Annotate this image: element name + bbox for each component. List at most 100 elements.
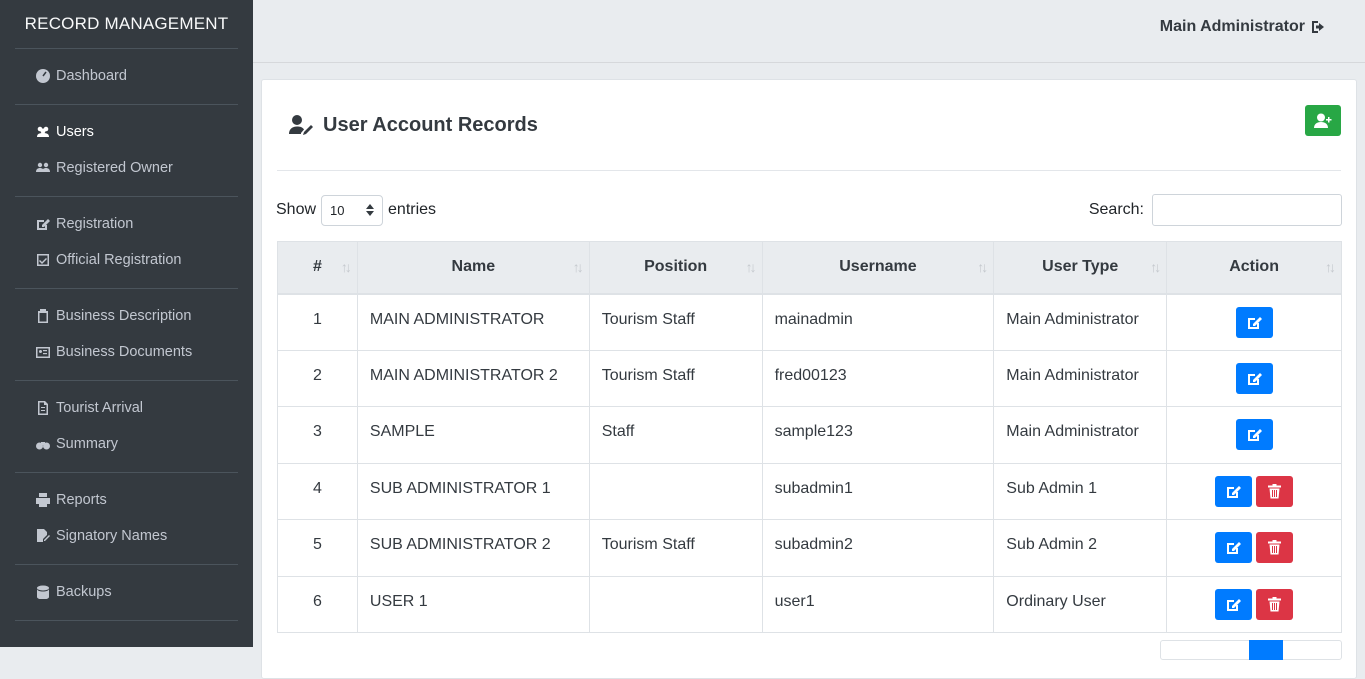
search-input[interactable] bbox=[1152, 194, 1342, 226]
edit-button[interactable] bbox=[1215, 532, 1253, 563]
sort-icon: ↑↓ bbox=[340, 259, 352, 275]
sidebar-item-label: Reports bbox=[56, 492, 107, 508]
delete-button[interactable] bbox=[1256, 475, 1294, 507]
binoculars-icon bbox=[35, 437, 51, 451]
edit-button[interactable] bbox=[1235, 306, 1273, 338]
check-square-icon bbox=[35, 253, 51, 267]
sidebar-item-label: Business Description bbox=[56, 308, 192, 324]
cell-user-type: Main Administrator bbox=[993, 293, 1168, 351]
sidebar-item-business-description[interactable]: Business Description bbox=[15, 298, 238, 334]
clipboard-icon bbox=[35, 309, 51, 323]
user-menu[interactable]: Main Administrator bbox=[1160, 18, 1326, 36]
sidebar-group: Reports Signatory Names bbox=[15, 473, 238, 565]
cell-name: SAMPLE bbox=[356, 406, 590, 464]
user-records-card: User Account Records Show 10 entries Sea… bbox=[261, 79, 1357, 679]
sidebar-item-label: Backups bbox=[56, 584, 112, 600]
sidebar-item-business-documents[interactable]: Business Documents bbox=[15, 334, 238, 370]
user-edit-icon bbox=[289, 115, 313, 135]
edit-icon bbox=[1227, 542, 1242, 554]
column-header-label: Name bbox=[451, 258, 496, 276]
sidebar-item-registered-owner[interactable]: Registered Owner bbox=[15, 150, 238, 186]
edit-icon bbox=[1227, 485, 1242, 498]
cell-position: Tourism Staff bbox=[588, 349, 763, 407]
sort-icon: ↑↓ bbox=[977, 259, 988, 275]
user-name: Main Administrator bbox=[1159, 18, 1305, 35]
edit-icon bbox=[1227, 598, 1242, 611]
cell-username: subadmin2 bbox=[761, 519, 995, 577]
sidebar-item-dashboard[interactable]: Dashboard bbox=[15, 58, 238, 94]
cell-user-type: Sub Admin 1 bbox=[993, 462, 1168, 520]
edit-icon bbox=[1247, 316, 1262, 329]
delete-button[interactable] bbox=[1256, 532, 1294, 563]
database-icon bbox=[35, 585, 51, 599]
entries-select-value: 10 bbox=[330, 202, 345, 218]
entries-select[interactable]: 10 bbox=[321, 194, 384, 226]
column-header-label: Position bbox=[644, 258, 708, 276]
cell-action bbox=[1166, 293, 1342, 351]
brand-title: RECORD MANAGEMENT bbox=[15, 0, 238, 49]
sidebar-group: Dashboard bbox=[15, 49, 238, 105]
logout-icon[interactable] bbox=[1310, 19, 1326, 35]
cell-username: fred00123 bbox=[761, 349, 995, 407]
cell-user-type: Main Administrator bbox=[993, 349, 1168, 407]
search-control: Search: bbox=[1089, 194, 1342, 226]
sort-icon: ↑↓ bbox=[572, 259, 584, 275]
edit-button[interactable] bbox=[1235, 419, 1273, 450]
column-header-position[interactable]: Position ↑↓ bbox=[588, 241, 763, 295]
cell-username: subadmin1 bbox=[761, 462, 995, 520]
table-row: 2 MAIN ADMINISTRATOR 2 Tourism Staff fred00… bbox=[277, 349, 1342, 407]
sidebar-item-label: Business Documents bbox=[56, 344, 193, 360]
sidebar-item-signatory-names[interactable]: Signatory Names bbox=[15, 518, 238, 554]
cell-position: Staff bbox=[588, 406, 763, 464]
column-header-user-type[interactable]: User Type ↑↓ bbox=[993, 241, 1168, 295]
sidebar-item-backups[interactable]: Backups bbox=[15, 574, 238, 610]
sidebar-item-tourist-arrival[interactable]: Tourist Arrival bbox=[15, 390, 238, 426]
show-label: Show bbox=[276, 201, 317, 218]
table-controls: Show 10 entries Search: bbox=[276, 194, 1342, 226]
column-header-username[interactable]: Username ↑↓ bbox=[761, 241, 995, 295]
add-user-button[interactable] bbox=[1305, 105, 1341, 136]
entries-label: entries bbox=[388, 201, 437, 218]
edit-icon bbox=[35, 217, 51, 231]
cell-position bbox=[588, 462, 763, 520]
column-header-number[interactable]: # ↑↓ bbox=[277, 241, 358, 295]
column-header-action[interactable]: Action ↑↓ bbox=[1166, 241, 1342, 295]
sidebar-item-label: Users bbox=[56, 124, 94, 140]
cell-action bbox=[1166, 575, 1342, 633]
sidebar: RECORD MANAGEMENT Dashboard Users Register… bbox=[0, 0, 253, 647]
sidebar-item-label: Summary bbox=[56, 436, 119, 452]
entries-control: Show 10 entries bbox=[276, 194, 436, 226]
tachometer-icon bbox=[35, 69, 51, 83]
edit-button[interactable] bbox=[1215, 588, 1253, 620]
sort-icon: ↑↓ bbox=[745, 259, 757, 275]
delete-button[interactable] bbox=[1256, 588, 1294, 620]
sidebar-item-registration[interactable]: Registration bbox=[15, 206, 238, 242]
cell-position: Tourism Staff bbox=[588, 519, 763, 577]
sidebar-item-official-registration[interactable]: Official Registration bbox=[15, 242, 238, 278]
table-row: 3 SAMPLE Staff sample123 Main Administrator bbox=[277, 406, 1342, 464]
sidebar-group: Users Registered Owner bbox=[15, 105, 238, 197]
pagination-current-page[interactable] bbox=[1249, 640, 1283, 660]
cell-action bbox=[1166, 406, 1342, 464]
sidebar-item-reports[interactable]: Reports bbox=[15, 482, 238, 518]
cell-user-type: Ordinary User bbox=[993, 575, 1168, 633]
id-card-icon bbox=[35, 345, 51, 359]
column-header-label: User Type bbox=[1042, 258, 1119, 276]
cell-name: MAIN ADMINISTRATOR bbox=[356, 293, 590, 351]
users-cog-icon bbox=[35, 161, 51, 175]
trash-icon bbox=[1268, 483, 1282, 498]
sidebar-item-label: Tourist Arrival bbox=[56, 400, 144, 416]
column-header-label: Action bbox=[1229, 258, 1279, 276]
trash-icon bbox=[1268, 540, 1282, 555]
table-header-row: # ↑↓ Name ↑↓ Position ↑↓ Username ↑↓ User Type ↑↓… bbox=[277, 241, 1342, 295]
sidebar-group: Tourist Arrival Summary bbox=[15, 381, 238, 473]
edit-button[interactable] bbox=[1235, 362, 1273, 394]
column-header-label: # bbox=[313, 258, 322, 276]
table-row: 6 USER 1 user1 Ordinary User bbox=[277, 575, 1342, 633]
sidebar-item-summary[interactable]: Summary bbox=[15, 426, 238, 462]
column-header-name[interactable]: Name ↑↓ bbox=[356, 241, 590, 295]
edit-button[interactable] bbox=[1215, 475, 1253, 507]
sidebar-item-users[interactable]: Users bbox=[15, 114, 238, 150]
pagination[interactable] bbox=[1160, 640, 1342, 660]
table-row: 1 MAIN ADMINISTRATOR Tourism Staff mainadmi… bbox=[277, 293, 1342, 351]
